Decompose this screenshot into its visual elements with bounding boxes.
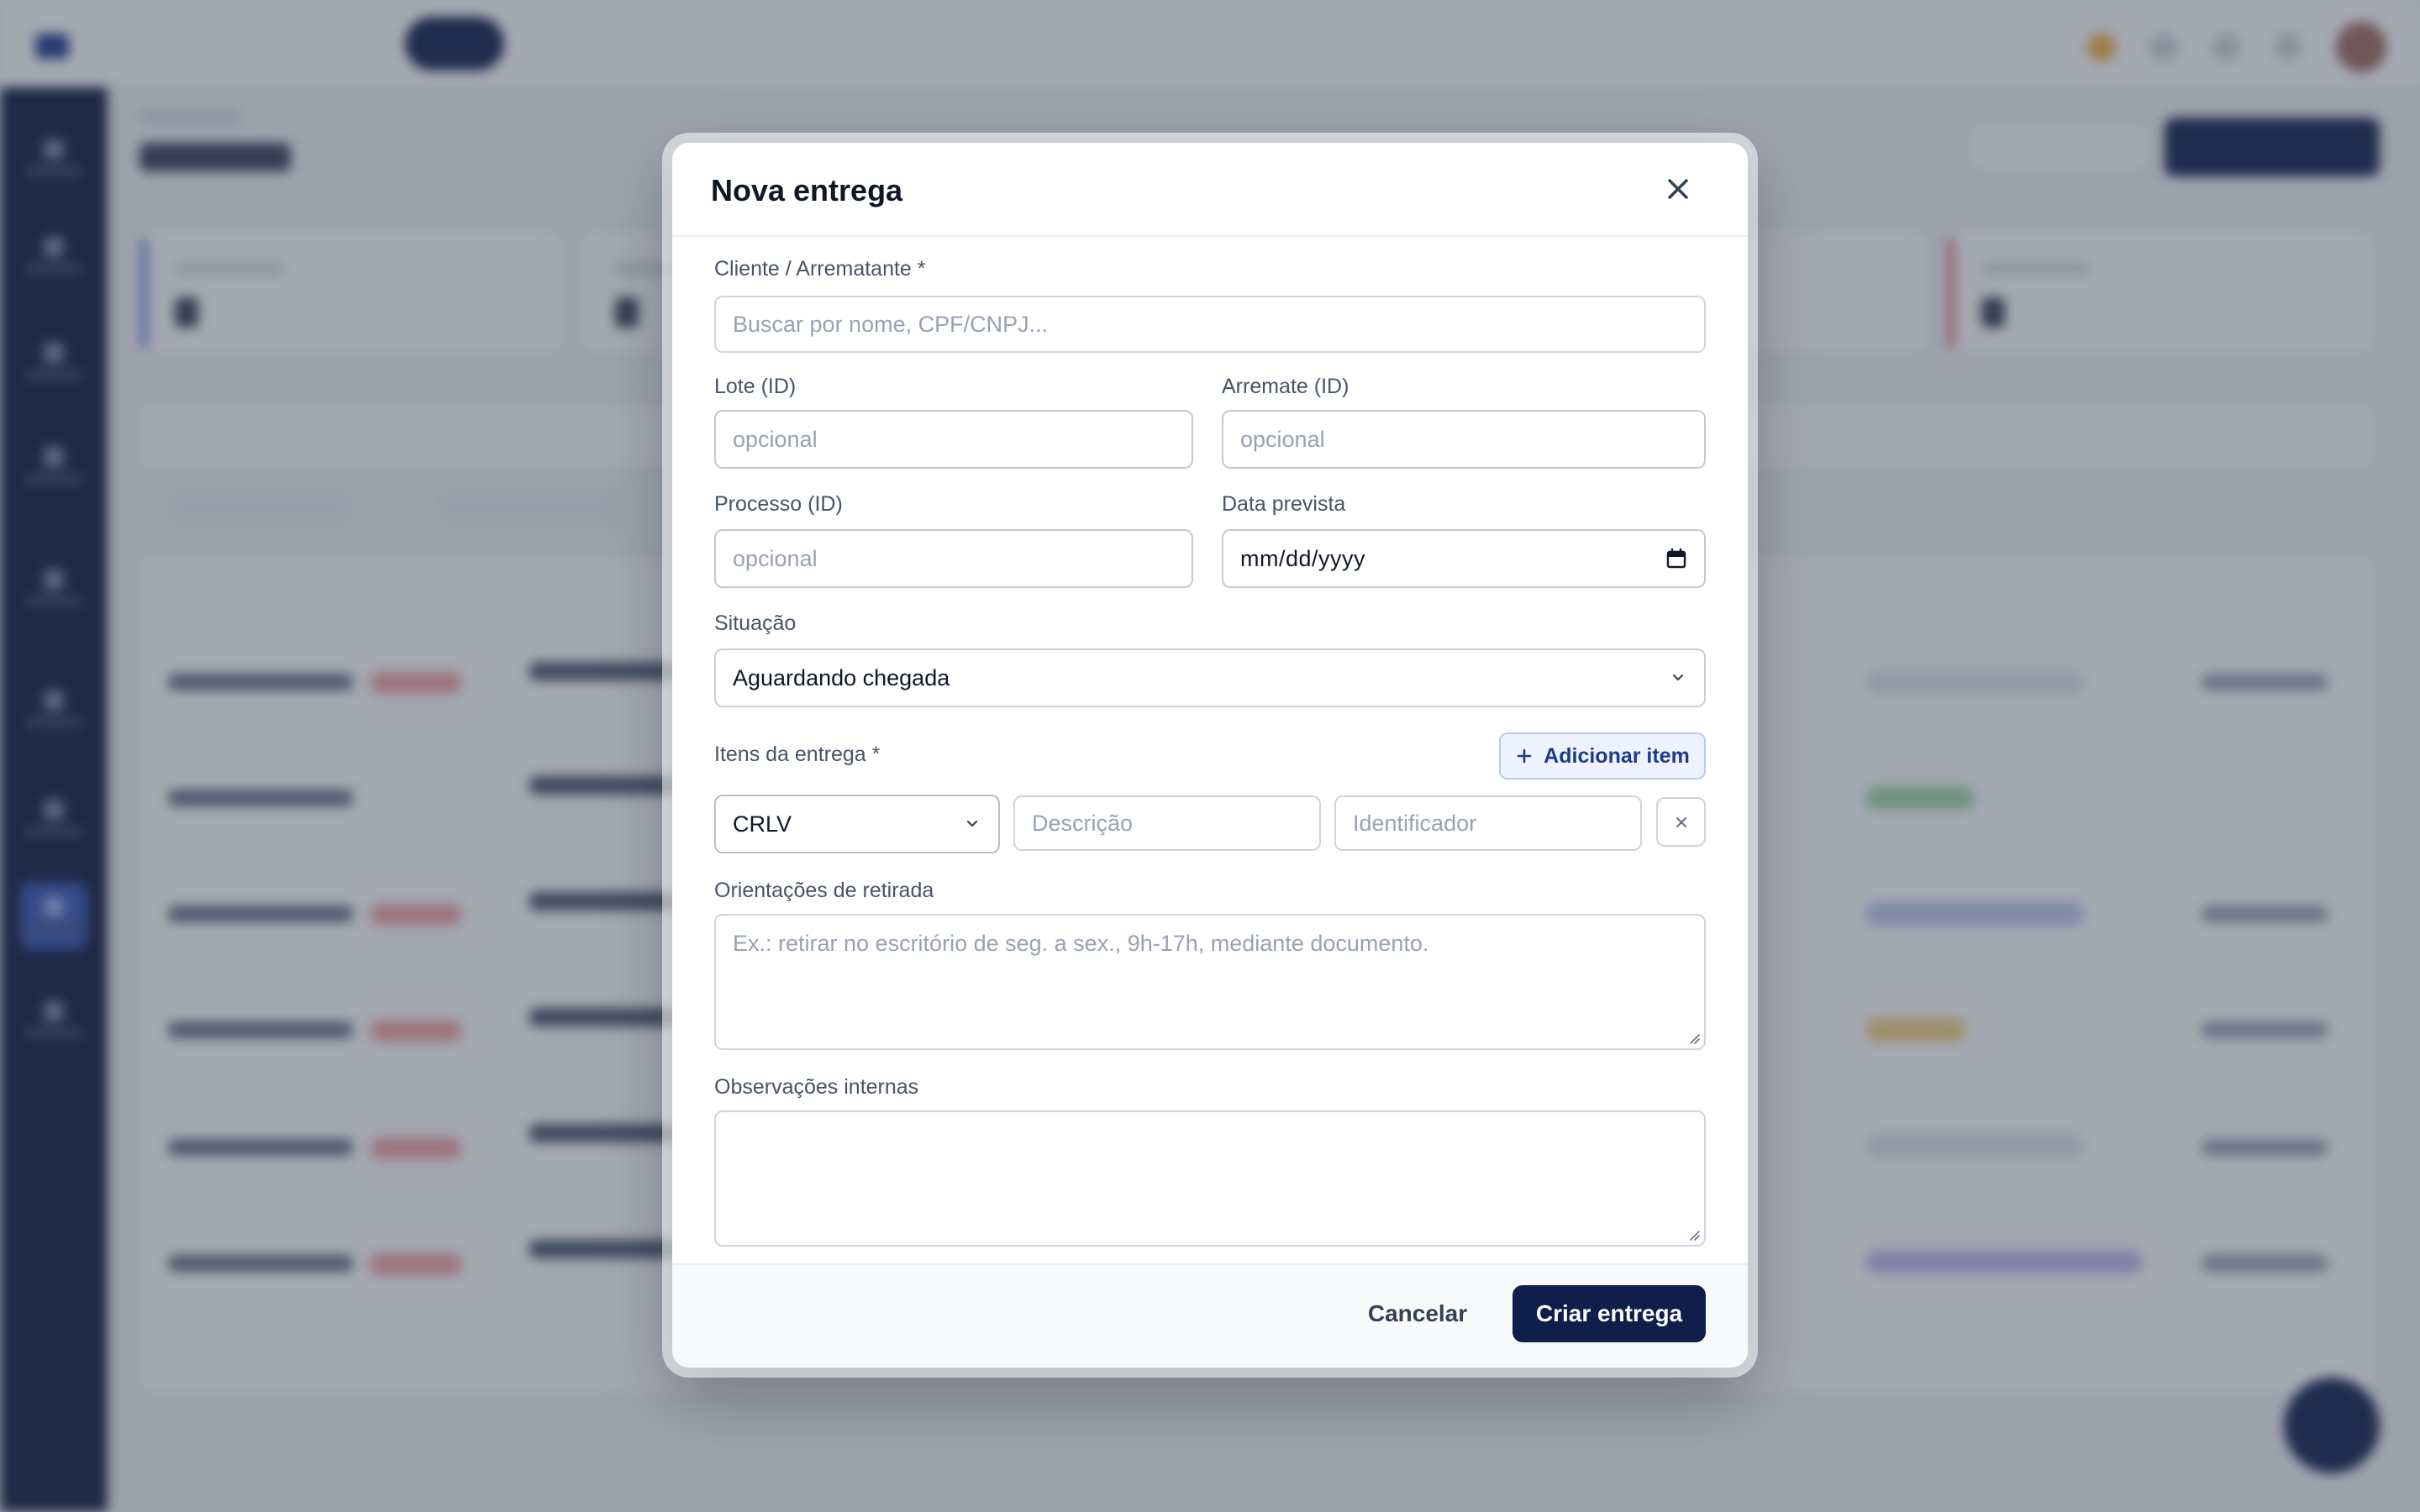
orientacoes-label: Orientações de retirada bbox=[714, 879, 934, 902]
observacoes-textarea[interactable] bbox=[714, 1110, 1706, 1247]
remove-item-button[interactable] bbox=[1656, 797, 1706, 847]
item-identifier-input[interactable] bbox=[1334, 795, 1642, 851]
chevron-down-icon bbox=[966, 820, 978, 827]
resize-handle-icon[interactable] bbox=[1687, 1032, 1701, 1045]
item-type-select[interactable]: CRLV bbox=[714, 795, 1000, 853]
cancel-button[interactable]: Cancelar bbox=[1363, 1285, 1472, 1342]
processo-label: Processo (ID) bbox=[714, 492, 843, 516]
modal-footer: Cancelar Criar entrega bbox=[672, 1263, 1748, 1368]
close-button[interactable] bbox=[1659, 170, 1697, 208]
create-delivery-button[interactable]: Criar entrega bbox=[1512, 1285, 1706, 1342]
client-search-input[interactable] bbox=[714, 296, 1706, 353]
item-type-value: CRLV bbox=[733, 811, 792, 837]
situacao-select-value: Aguardando chegada bbox=[733, 664, 950, 690]
chevron-down-icon bbox=[1672, 674, 1684, 681]
add-item-button[interactable]: Adicionar item bbox=[1499, 732, 1706, 780]
resize-handle-icon[interactable] bbox=[1687, 1228, 1701, 1242]
add-item-label: Adicionar item bbox=[1544, 743, 1690, 768]
x-icon bbox=[1676, 816, 1686, 827]
situacao-label: Situação bbox=[714, 612, 797, 635]
date-input-value: mm/dd/yyyy bbox=[1240, 545, 1366, 571]
calendar-icon[interactable] bbox=[1665, 548, 1687, 570]
lote-label: Lote (ID) bbox=[714, 375, 797, 398]
arremate-label: Arremate (ID) bbox=[1222, 375, 1349, 398]
close-icon bbox=[1668, 179, 1688, 199]
plus-icon bbox=[1517, 748, 1532, 764]
lote-input[interactable] bbox=[714, 410, 1193, 469]
modal-header: Nova entrega bbox=[672, 143, 1748, 237]
arremate-input[interactable] bbox=[1222, 410, 1706, 469]
situacao-select[interactable]: Aguardando chegada bbox=[714, 648, 1706, 707]
itens-label: Itens da entrega * bbox=[714, 743, 881, 766]
new-delivery-modal: Nova entrega Cliente / Arrematante * Lot… bbox=[672, 143, 1748, 1368]
orientacoes-textarea[interactable] bbox=[714, 914, 1706, 1050]
processo-input[interactable] bbox=[714, 529, 1193, 588]
date-input[interactable]: mm/dd/yyyy bbox=[1222, 529, 1706, 588]
data-prevista-label: Data prevista bbox=[1222, 492, 1346, 516]
modal-title: Nova entrega bbox=[711, 173, 903, 207]
item-description-input[interactable] bbox=[1013, 795, 1321, 851]
observacoes-label: Observações internas bbox=[714, 1075, 919, 1099]
client-label: Cliente / Arrematante * bbox=[714, 257, 926, 281]
